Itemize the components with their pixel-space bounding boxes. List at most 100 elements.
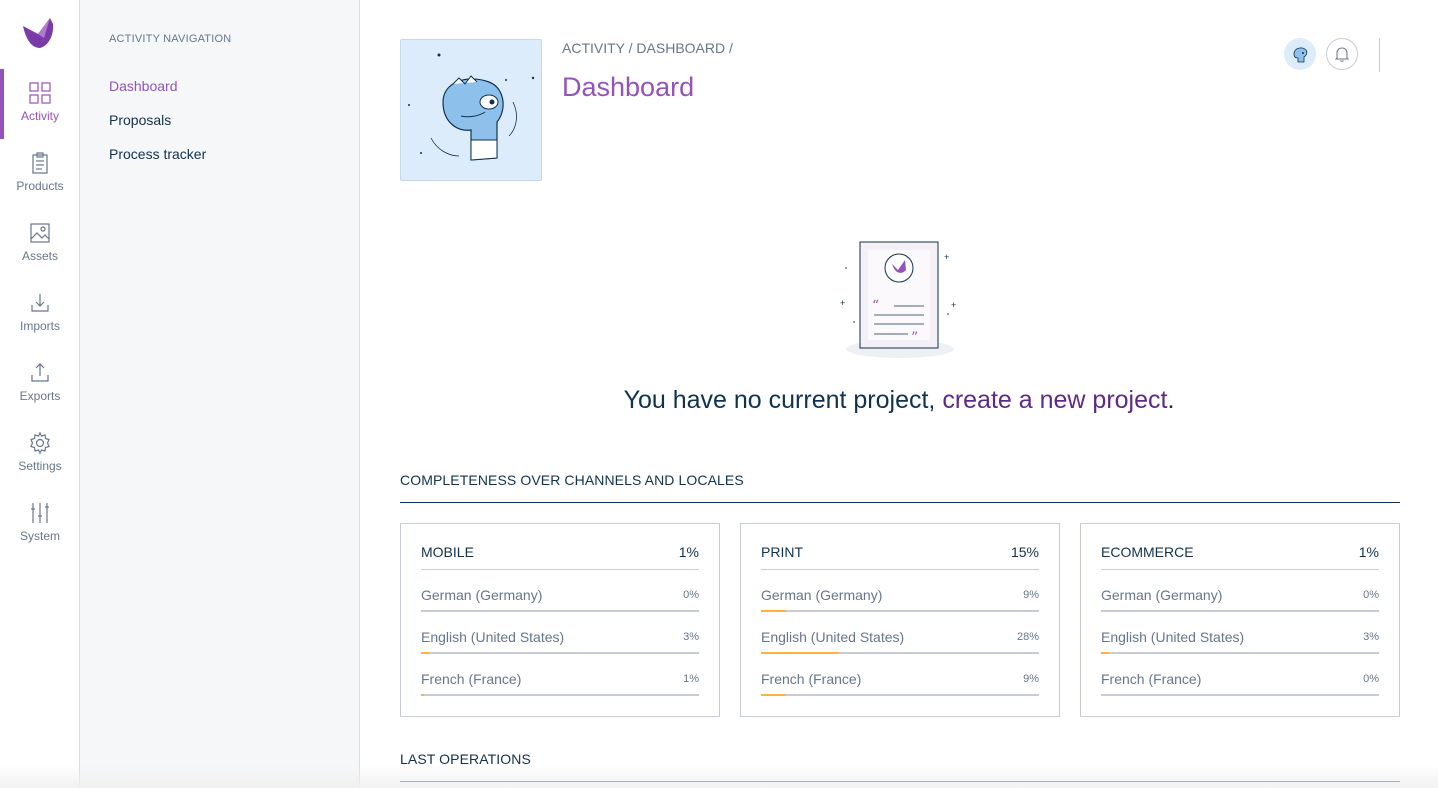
progress-fill <box>761 610 787 612</box>
svg-text:+: + <box>944 252 949 262</box>
empty-state-text: You have no current project, <box>623 386 943 414</box>
progress-track <box>1101 694 1379 696</box>
gear-icon <box>30 431 50 455</box>
grid-icon <box>29 82 51 104</box>
nav-item-label: Imports <box>19 319 60 333</box>
nav-item-settings[interactable]: Settings <box>0 419 80 489</box>
channel-card-ecommerce: ECOMMERCE 1% German (Germany) 0% English… <box>1080 523 1400 717</box>
svg-text:+: + <box>840 298 845 308</box>
locale-percent: 0% <box>683 589 699 601</box>
nav-item-label: Exports <box>19 389 61 403</box>
main-navigation: Activity Products Assets Imports Exports <box>0 0 80 788</box>
image-icon <box>30 223 50 243</box>
nav-item-label: Products <box>16 179 64 193</box>
nav-item-exports[interactable]: Exports <box>0 349 80 419</box>
subnav-item-dashboard[interactable]: Dashboard <box>109 78 178 94</box>
export-icon <box>31 363 49 382</box>
progress-track <box>1101 652 1379 654</box>
page-title: Dashboard <box>562 72 695 102</box>
akeneo-logo-icon[interactable] <box>20 14 58 52</box>
locale-percent: 9% <box>1023 589 1039 601</box>
locale-name: French (France) <box>1101 671 1202 687</box>
progress-fill <box>421 694 424 696</box>
locale-percent: 0% <box>1363 589 1379 601</box>
locale-percent: 9% <box>1023 673 1039 685</box>
progress-track <box>421 652 699 654</box>
progress-track <box>761 610 1039 612</box>
breadcrumb[interactable]: ACTIVITY / DASHBOARD / <box>562 40 733 56</box>
header-divider <box>1379 38 1380 72</box>
subnav-item-proposals[interactable]: Proposals <box>109 112 171 128</box>
locale-row: English (United States) 3% <box>421 629 699 671</box>
nav-item-system[interactable]: System <box>0 489 80 559</box>
locale-name: French (France) <box>421 671 522 687</box>
progress-fill <box>1101 652 1110 654</box>
import-icon <box>31 294 49 312</box>
channel-name: ECOMMERCE <box>1101 544 1194 560</box>
sliders-icon <box>31 503 49 523</box>
progress-fill <box>421 652 430 654</box>
locale-name: German (Germany) <box>421 587 543 603</box>
channel-header: PRINT 15% <box>761 543 1039 570</box>
progress-fill <box>761 652 839 654</box>
dashboard-illustration <box>400 39 542 181</box>
nav-item-label: Settings <box>18 459 62 473</box>
locale-name: German (Germany) <box>1101 587 1223 603</box>
subnav-title: ACTIVITY NAVIGATION <box>109 33 232 45</box>
progress-track <box>1101 610 1379 612</box>
locale-row: English (United States) 28% <box>761 629 1039 671</box>
channel-header: ECOMMERCE 1% <box>1101 543 1379 570</box>
empty-project-illustration-icon: “ ” + + + <box>840 241 956 358</box>
subnav-item-process-tracker[interactable]: Process tracker <box>109 146 206 162</box>
channel-name: PRINT <box>761 544 803 560</box>
activity-navigation-panel: ACTIVITY NAVIGATION Dashboard Proposals … <box>80 0 360 788</box>
locale-percent: 28% <box>1016 631 1039 643</box>
progress-fill <box>761 694 787 696</box>
locale-row: French (France) 9% <box>761 671 1039 713</box>
progress-track <box>421 610 699 612</box>
empty-state-suffix: . <box>1167 386 1175 414</box>
progress-track <box>421 694 699 696</box>
locale-row: French (France) 1% <box>421 671 699 713</box>
channel-percent: 1% <box>678 544 699 560</box>
locale-row: German (Germany) 9% <box>761 587 1039 629</box>
nav-item-label: Assets <box>21 249 58 263</box>
channel-card-mobile: MOBILE 1% German (Germany) 0% English (U… <box>400 523 720 717</box>
svg-text:”: ” <box>911 330 918 346</box>
user-avatar-button[interactable] <box>1284 38 1316 70</box>
locale-name: German (Germany) <box>761 587 883 603</box>
empty-state-message: You have no current project, create a ne… <box>360 386 1438 415</box>
nav-item-products[interactable]: Products <box>0 139 80 209</box>
locale-name: English (United States) <box>761 629 905 645</box>
nav-item-assets[interactable]: Assets <box>0 209 80 279</box>
channel-percent: 1% <box>1358 544 1379 560</box>
nav-item-label: System <box>19 529 60 543</box>
locale-row: English (United States) 3% <box>1101 629 1379 671</box>
locale-row: German (Germany) 0% <box>421 587 699 629</box>
nav-item-imports[interactable]: Imports <box>0 279 80 349</box>
channel-card-print: PRINT 15% German (Germany) 9% English (U… <box>740 523 1060 717</box>
locale-name: French (France) <box>761 671 862 687</box>
svg-text:+: + <box>951 300 956 310</box>
locale-percent: 0% <box>1363 673 1379 685</box>
locale-percent: 3% <box>1363 631 1379 643</box>
svg-text:“: “ <box>872 298 879 314</box>
nav-item-activity[interactable]: Activity <box>0 69 80 139</box>
dino-illustration-icon <box>408 53 535 161</box>
locale-percent: 1% <box>683 673 699 685</box>
section-divider <box>400 781 1400 782</box>
locale-name: English (United States) <box>421 629 565 645</box>
channel-percent: 15% <box>1010 544 1039 560</box>
clipboard-icon <box>32 152 48 174</box>
last-operations-title: LAST OPERATIONS <box>400 751 531 767</box>
user-avatar-icon <box>1293 47 1308 63</box>
notifications-button[interactable] <box>1326 38 1358 70</box>
progress-track <box>761 694 1039 696</box>
create-project-link[interactable]: create a new project <box>942 386 1167 414</box>
locale-row: French (France) 0% <box>1101 671 1379 713</box>
main-content: ACTIVITY / DASHBOARD / Dashboard “ ” + +… <box>360 0 1438 788</box>
completeness-section-title: COMPLETENESS OVER CHANNELS AND LOCALES <box>400 472 744 488</box>
locale-name: English (United States) <box>1101 629 1245 645</box>
progress-track <box>761 652 1039 654</box>
section-divider <box>400 502 1400 503</box>
